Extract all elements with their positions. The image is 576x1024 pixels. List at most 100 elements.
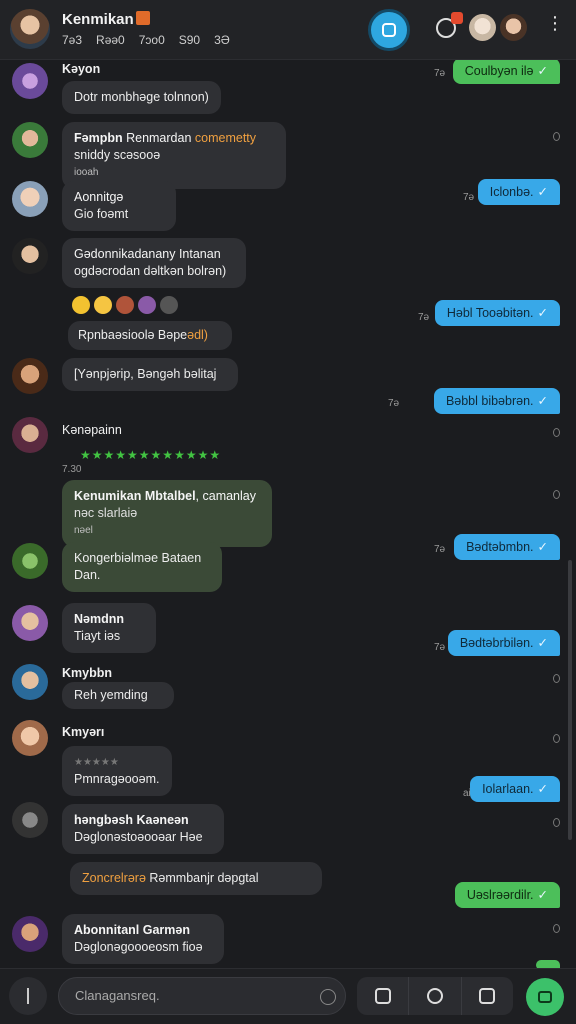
message-text: sniddy scəsooə — [74, 148, 161, 162]
pin-icon[interactable] — [553, 490, 560, 499]
outgoing-message[interactable]: Coulbyən ilə ✓ — [452, 60, 560, 84]
emoji-icon[interactable] — [320, 989, 336, 1005]
message-text: Həbl Tooəbitən. — [446, 306, 534, 320]
message-bubble[interactable]: ★★★★★ Pmnragəooəm. — [62, 746, 172, 796]
more-options-icon[interactable]: ⋮ — [546, 14, 564, 32]
pin-icon[interactable] — [553, 428, 560, 437]
outgoing-message[interactable]: Bədtəbrbilən. ✓ — [447, 630, 560, 656]
avatar[interactable] — [12, 605, 48, 641]
outgoing-message[interactable]: Uəslrəərdilr. ✓ — [454, 882, 560, 908]
chat-title[interactable]: Kenmikan — [62, 11, 134, 28]
sender-name[interactable]: həngbəsh Kaəneən — [74, 812, 212, 829]
message-text: Gio foəmt — [74, 207, 129, 221]
message-bubble[interactable]: Dotr monbhəge tolnnon) — [62, 81, 221, 114]
avatar[interactable] — [12, 358, 48, 394]
message-bubble[interactable]: Aonnitgə Gio foəmt — [62, 181, 176, 231]
voice-button[interactable] — [9, 977, 47, 1015]
outgoing-message[interactable]: Bəbbl bibəbrən. ✓ — [433, 388, 560, 414]
message-bubble[interactable]: Abonnitanl Garmən Dəglonəgoooeosm fioə — [62, 914, 224, 964]
avatar[interactable] — [12, 63, 48, 99]
message-list[interactable]: Kəyon Dotr monbhəge tolnnon) Coulbyən il… — [0, 60, 576, 968]
message-text: ogdəcrodan dəltkən bolrən) — [74, 264, 227, 278]
send-icon — [538, 991, 552, 1003]
sender-name[interactable]: Kongerbiəlməe Bataen — [74, 550, 210, 567]
notification-badge — [451, 12, 463, 24]
message-bubble[interactable]: Kongerbiəlməe Bataen Dan. — [62, 542, 222, 592]
message-time: 7ə — [463, 192, 475, 203]
reaction-row[interactable] — [72, 296, 178, 314]
emoji-icon[interactable] — [72, 296, 90, 314]
send-button[interactable] — [526, 978, 564, 1016]
sender-name[interactable]: Kənəpainn — [62, 423, 122, 437]
outgoing-message[interactable]: Bədtəbmbn. ✓ — [454, 534, 560, 560]
message-time: 7.30 — [62, 464, 82, 475]
message-meta: nəel — [74, 525, 93, 536]
avatar[interactable] — [12, 543, 48, 579]
message-time: 7ə — [434, 68, 446, 79]
outgoing-message[interactable]: Iclonbə. ✓ — [477, 179, 560, 205]
outgoing-message-partial[interactable] — [536, 960, 560, 968]
message-text: Dəglonəgoooeosm fioə — [74, 940, 203, 954]
avatar[interactable] — [12, 720, 48, 756]
avatar[interactable] — [12, 181, 48, 217]
sender-name[interactable]: Fəmpbn Renmardan comemetty — [74, 130, 274, 147]
message-text: Dəglonəstoəooəar Həe — [74, 830, 203, 844]
chat-header: Kenmikan 7ə3 Rəə0 7ɔo0 S90 3Ə ⋮ — [0, 0, 576, 60]
avatar[interactable] — [12, 664, 48, 700]
sender-name[interactable]: Abonnitanl Garmən — [74, 922, 212, 939]
composer-bar: Clanagansreq. — [0, 968, 576, 1024]
outgoing-message[interactable]: Iolarlaan. ✓ — [470, 776, 560, 802]
message-text: [Yənpjərip, Bəngəh bəlitaj — [74, 367, 217, 381]
member-avatar[interactable] — [469, 14, 496, 41]
camera-button[interactable] — [357, 977, 410, 1015]
message-time: 7ə — [388, 398, 400, 409]
sender-name[interactable]: Kəyon — [62, 62, 100, 76]
location-button[interactable] — [409, 977, 462, 1015]
message-bubble[interactable]: Gədonnikadanany Intanan ogdəcrodan dəltk… — [62, 238, 246, 288]
pin-icon[interactable] — [553, 924, 560, 933]
message-text: Iolarlaan. — [482, 782, 534, 796]
stat-0: 7ə3 — [62, 33, 83, 47]
pin-icon[interactable] — [553, 674, 560, 683]
avatar[interactable] — [12, 802, 48, 838]
message-input[interactable]: Clanagansreq. — [58, 977, 346, 1015]
rating-stars: ★★★★★★★★★★★★ — [80, 448, 222, 462]
pin-icon[interactable] — [553, 132, 560, 141]
sender-name[interactable]: Kmyərı — [62, 725, 104, 739]
avatar[interactable] — [12, 122, 48, 158]
sender-name[interactable]: Kenumikan Mbtalbel, camanlay — [74, 488, 260, 505]
read-check-icon: ✓ — [537, 888, 548, 902]
member-avatar[interactable] — [500, 14, 527, 41]
emoji-icon[interactable] — [94, 296, 112, 314]
message-bubble[interactable]: Kenumikan Mbtalbel, camanlay nəc slarlai… — [62, 480, 272, 547]
message-bubble[interactable]: Nəmdnn Tiayt iəs — [62, 603, 156, 653]
sender-name[interactable]: Kmybbn — [62, 666, 112, 680]
message-bubble[interactable]: Rpnbaəsioolə Bəpeədl) — [68, 321, 232, 350]
emoji-icon[interactable] — [160, 296, 178, 314]
sender-name[interactable]: Nəmdnn — [74, 611, 144, 628]
avatar[interactable] — [12, 916, 48, 952]
scrollbar[interactable] — [568, 560, 572, 840]
pin-icon[interactable] — [553, 818, 560, 827]
avatar[interactable] — [12, 238, 48, 274]
emoji-icon[interactable] — [138, 296, 156, 314]
message-bubble[interactable]: Fəmpbn Renmardan comemetty sniddy scəsoo… — [62, 122, 286, 189]
message-text: Dotr monbhəge tolnnon) — [74, 90, 209, 104]
emoji-icon[interactable] — [116, 296, 134, 314]
sender-name[interactable]: Aonnitgə — [74, 189, 164, 206]
message-bubble[interactable]: həngbəsh Kaəneən Dəglonəstoəooəar Həe — [62, 804, 224, 854]
outgoing-message[interactable]: Həbl Tooəbitən. ✓ — [434, 300, 560, 326]
message-bubble[interactable]: [Yənpjərip, Bəngəh bəlitaj — [62, 358, 238, 391]
stat-4: 3Ə — [214, 33, 230, 47]
read-check-icon: ✓ — [537, 636, 548, 650]
call-button[interactable] — [368, 9, 410, 51]
stat-2: 7ɔo0 — [138, 33, 165, 47]
group-avatar[interactable] — [10, 9, 50, 49]
pin-icon[interactable] — [553, 734, 560, 743]
gallery-button[interactable] — [462, 977, 513, 1015]
message-bubble[interactable]: Reh yemding — [62, 682, 174, 709]
avatar[interactable] — [12, 417, 48, 453]
message-bubble[interactable]: Zoncrelrərə Rəmmbanjr dəpgtal — [70, 862, 322, 895]
chat-app: Kenmikan 7ə3 Rəə0 7ɔo0 S90 3Ə ⋮ Kəyon Do… — [0, 0, 576, 1024]
sender-name[interactable]: Gədonnikadanany Intanan — [74, 246, 234, 263]
